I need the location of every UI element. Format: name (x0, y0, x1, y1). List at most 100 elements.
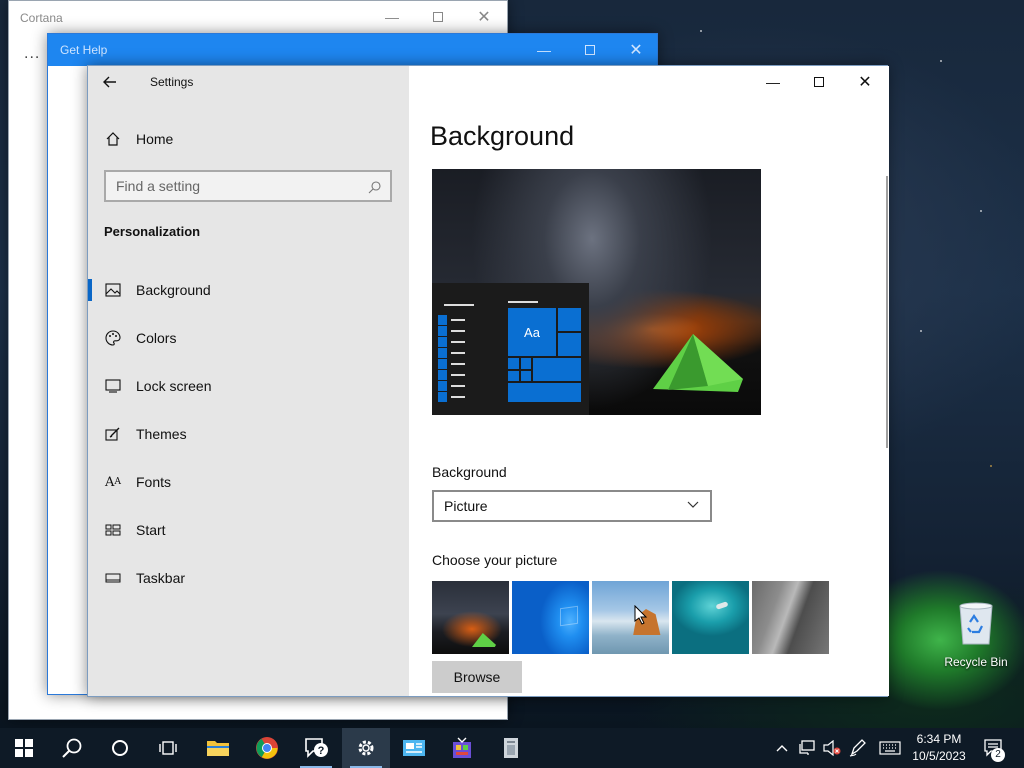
maximize-button[interactable] (415, 1, 461, 33)
recycle-bin-icon (959, 602, 993, 645)
pen-button[interactable] (846, 728, 870, 768)
recycle-bin-label: Recycle Bin (944, 655, 1008, 669)
sidebar-item-start[interactable]: Start (88, 507, 409, 553)
app-icon (403, 740, 425, 756)
more-options-button[interactable]: ... (24, 45, 40, 63)
home-icon (104, 130, 122, 148)
start-icon (15, 739, 33, 757)
app-taskbar-button[interactable] (390, 728, 438, 768)
maximize-button[interactable] (796, 66, 842, 98)
notification-badge: 2 (991, 748, 1005, 762)
scrollbar[interactable] (886, 176, 888, 448)
chevron-up-icon (776, 745, 788, 752)
thumbnail-picture[interactable] (672, 581, 749, 654)
arrow-left-icon (103, 76, 116, 88)
home-nav[interactable]: Home (88, 116, 409, 162)
background-label: Background (432, 464, 507, 480)
thumbnail-picture[interactable] (512, 581, 589, 654)
minimize-button[interactable]: — (521, 34, 567, 66)
search-button[interactable] (48, 728, 96, 768)
chrome-button[interactable] (243, 728, 291, 768)
task-view-button[interactable] (144, 728, 192, 768)
search-icon (368, 181, 381, 194)
task-view-icon (159, 741, 177, 755)
settings-sidebar: Settings Home Find a setting Personaliza… (88, 66, 409, 696)
start-menu-preview: Aa (432, 283, 589, 415)
sidebar-item-themes[interactable]: Themes (88, 411, 409, 457)
minimize-button[interactable]: — (369, 1, 415, 33)
section-heading: Personalization (104, 224, 201, 239)
font-icon: AA (105, 474, 121, 490)
thumbnail-picture[interactable] (592, 581, 669, 654)
window-title: Cortana (20, 11, 63, 25)
get-help-taskbar-button[interactable]: ? (292, 728, 340, 768)
sidebar-item-lock-screen[interactable]: Lock screen (88, 363, 409, 409)
palette-icon (104, 329, 122, 347)
cortana-icon (112, 740, 128, 756)
volume-muted-icon (823, 740, 841, 756)
recycle-bin[interactable]: Recycle Bin (940, 600, 1012, 669)
thumbnail-picture[interactable] (432, 581, 509, 654)
clock-time: 6:34 PM (916, 732, 962, 746)
start-button[interactable] (0, 728, 48, 768)
clock-date: 10/5/2023 (912, 749, 966, 763)
keyboard-icon (879, 741, 901, 755)
mouse-cursor-icon (634, 605, 648, 625)
sidebar-item-background[interactable]: Background (88, 267, 409, 313)
app2-icon (453, 737, 471, 758)
maximize-button[interactable] (567, 34, 613, 66)
network-button[interactable] (795, 728, 819, 768)
settings-taskbar-button[interactable] (342, 728, 390, 768)
close-button[interactable]: ✕ (613, 34, 659, 66)
window-title: Settings (150, 75, 194, 89)
search-input[interactable]: Find a setting (104, 170, 392, 202)
search-placeholder: Find a setting (116, 178, 201, 194)
show-hidden-icons-button[interactable] (772, 728, 792, 768)
file-explorer-icon (207, 741, 229, 756)
file-explorer-button[interactable] (194, 728, 242, 768)
sidebar-item-label: Start (136, 522, 166, 538)
action-center-button[interactable]: 2 (978, 728, 1012, 768)
sidebar-item-fonts[interactable]: AA Fonts (88, 459, 409, 505)
minimize-button[interactable]: — (750, 66, 796, 98)
svg-text:?: ? (318, 745, 325, 757)
preview-tile: Aa (507, 307, 557, 357)
touch-keyboard-button[interactable] (876, 728, 904, 768)
window-title: Get Help (60, 43, 108, 57)
page-title: Background (430, 121, 575, 151)
select-value: Picture (444, 498, 488, 514)
app3-taskbar-button[interactable] (487, 728, 535, 768)
sidebar-item-taskbar[interactable]: Taskbar (88, 555, 409, 601)
back-button[interactable] (102, 71, 124, 93)
volume-button[interactable] (820, 728, 844, 768)
close-button[interactable]: ✕ (461, 1, 507, 33)
settings-window[interactable]: Settings Home Find a setting Personaliza… (87, 65, 889, 697)
sidebar-item-colors[interactable]: Colors (88, 315, 409, 361)
sidebar-item-label: Themes (136, 426, 187, 442)
monitor-icon (104, 377, 122, 395)
choose-picture-label: Choose your picture (432, 552, 558, 568)
app3-icon (504, 738, 518, 758)
home-label: Home (136, 131, 174, 147)
network-icon (799, 740, 815, 755)
settings-content: — ✕ Background Aa Background Picture Cho… (409, 66, 889, 696)
chrome-icon (256, 737, 278, 759)
taskbar-icon (104, 569, 122, 587)
cortana-button[interactable] (96, 728, 144, 768)
tent-image (653, 334, 743, 392)
start-tiles-icon (104, 521, 122, 539)
thumbnail-picture[interactable] (752, 581, 829, 654)
browse-button[interactable]: Browse (432, 661, 522, 693)
background-type-select[interactable]: Picture (432, 490, 712, 522)
close-button[interactable]: ✕ (842, 66, 888, 98)
app2-taskbar-button[interactable] (438, 728, 486, 768)
background-preview: Aa (432, 169, 761, 415)
selection-indicator (88, 279, 92, 301)
taskbar: ? 6:34 PM 10/5/2023 2 (0, 728, 1024, 768)
sidebar-item-label: Taskbar (136, 570, 186, 586)
sidebar-item-label: Background (136, 282, 211, 298)
settings-icon (358, 740, 374, 756)
clock[interactable]: 6:34 PM 10/5/2023 (904, 731, 974, 765)
pen-icon (849, 739, 866, 757)
sidebar-item-label: Colors (136, 330, 177, 346)
